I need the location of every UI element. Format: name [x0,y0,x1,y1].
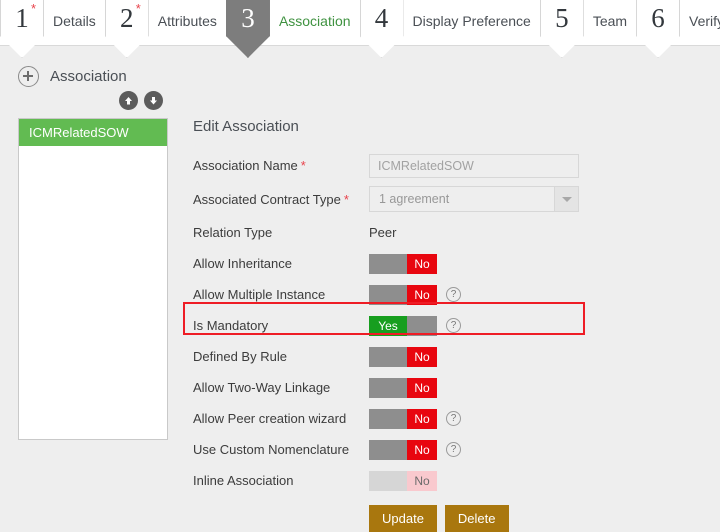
toggle-label: Defined By Rule [193,349,287,364]
step-marker-4[interactable]: 4 [359,0,404,58]
toggle-switch[interactable]: No [369,346,437,367]
step-number: 1 [15,3,29,33]
toggle-state-label: No [407,253,437,274]
toggle-switch[interactable]: No [369,439,437,460]
toggle-track [369,346,407,367]
update-button[interactable]: Update [369,505,437,532]
step-marker-2[interactable]: 2 * [104,0,149,58]
chevron-down-icon[interactable] [554,187,578,211]
field-row-relation-type: Relation Type Peer [193,217,593,248]
association-list-panel: ICMRelatedSOW [18,118,168,440]
toggle-state-label: No [407,346,437,367]
toggle-track [369,439,407,460]
toggle-label: Allow Two-Way Linkage [193,380,331,395]
toggle-state-label: Yes [369,315,407,336]
step-number: 3 [241,3,255,33]
toggle-row: Allow Inheritance No [193,248,593,279]
toggle-label: Allow Peer creation wizard [193,411,347,426]
step-marker-1[interactable]: 1 * [0,0,44,58]
step-number: 5 [555,3,569,33]
edit-association-form: Edit Association Association Name* Assoc… [193,118,593,532]
step-number: 6 [651,3,665,33]
association-name-label-text: Association Name [193,158,298,173]
field-row-contract-type: Associated Contract Type * 1 agreement [193,181,593,217]
wizard-step-6[interactable]: 6 Verify [636,0,720,58]
step-number: 2 [120,3,134,33]
toggle-switch[interactable]: No [369,253,437,274]
toggle-row: Use Custom Nomenclature No? [193,434,593,465]
contract-type-select-value: 1 agreement [369,186,579,212]
help-icon[interactable]: ? [446,318,461,333]
form-title: Edit Association [193,118,299,135]
wizard-step-1[interactable]: 1 * Details [0,0,105,58]
reorder-button-group [119,91,163,110]
step-marker-5[interactable]: 5 [539,0,584,58]
wizard-step-3[interactable]: 3 Association [225,0,360,58]
toggle-state-label: No [407,439,437,460]
association-name-label: Association Name * [193,158,369,173]
toggle-label: Allow Multiple Instance [193,287,326,302]
toggle-row: Is Mandatory Yes? [193,310,593,341]
toggle-row: Allow Two-Way Linkage No [193,372,593,403]
contract-type-label: Associated Contract Type * [193,192,369,207]
delete-button[interactable]: Delete [444,505,509,532]
toggle-label: Allow Inheritance [193,256,292,271]
wizard-step-5[interactable]: 5 Team [539,0,636,58]
required-asterisk: * [343,191,349,207]
toggle-track [369,377,407,398]
step-label-attributes[interactable]: Attributes [149,0,226,29]
step-label-association[interactable]: Association [270,0,360,29]
section-header-label: Association [50,68,127,85]
toggle-row: Allow Multiple Instance No? [193,279,593,310]
arrow-down-circle-icon[interactable] [144,91,163,110]
toggle-switch[interactable]: No [369,377,437,398]
circle-plus-icon[interactable] [18,66,39,87]
step-marker-6[interactable]: 6 [636,0,681,58]
wizard-step-4[interactable]: 4 Display Preference [359,0,540,58]
toggle-row: Defined By Rule No [193,341,593,372]
toggle-label: Use Custom Nomenclature [193,442,350,457]
toggle-track [369,470,407,491]
contract-type-label-text: Associated Contract Type [193,191,341,207]
toggle-row: Allow Peer creation wizard No? [193,403,593,434]
step-label-display-preference[interactable]: Display Preference [404,0,540,29]
section-header: Association [18,66,127,87]
toggle-switch: No [369,470,437,491]
step-label-verify[interactable]: Verify [680,0,720,29]
required-asterisk: * [300,158,306,173]
toggle-state-label: No [407,284,437,305]
association-name-input[interactable] [369,153,579,178]
step-label-details[interactable]: Details [44,0,105,29]
help-icon[interactable]: ? [446,287,461,302]
toggle-state-label: No [407,377,437,398]
required-asterisk-icon: * [30,1,36,16]
toggle-row: Inline Association No [193,465,593,496]
list-item[interactable]: ICMRelatedSOW [19,119,167,146]
step-number: 4 [374,3,389,33]
step-label-team[interactable]: Team [584,0,636,29]
contract-type-select[interactable]: 1 agreement [369,186,579,212]
wizard-step-2[interactable]: 2 * Attributes [104,0,226,58]
toggle-switch[interactable]: Yes [369,315,437,336]
toggle-track [369,408,407,429]
relation-type-label: Relation Type [193,225,273,240]
step-marker-3[interactable]: 3 [225,0,270,58]
toggle-track [369,284,407,305]
toggle-label: Is Mandatory [193,318,269,333]
toggle-state-label: No [407,470,437,491]
required-asterisk-icon: * [135,1,141,16]
toggle-track [369,253,407,274]
field-row-association-name: Association Name * [193,150,593,181]
toggle-switch[interactable]: No [369,408,437,429]
relation-type-value: Peer [369,225,397,240]
arrow-up-circle-icon[interactable] [119,91,138,110]
toggle-track [407,315,437,336]
form-action-buttons: Update Delete [369,505,593,532]
toggle-state-label: No [407,408,437,429]
wizard-step-bar: 1 * Details 2 * Attributes 3 Association 4 Displa… [0,0,720,58]
help-icon[interactable]: ? [446,442,461,457]
toggle-switch[interactable]: No [369,284,437,305]
toggle-label: Inline Association [193,473,294,488]
help-icon[interactable]: ? [446,411,461,426]
